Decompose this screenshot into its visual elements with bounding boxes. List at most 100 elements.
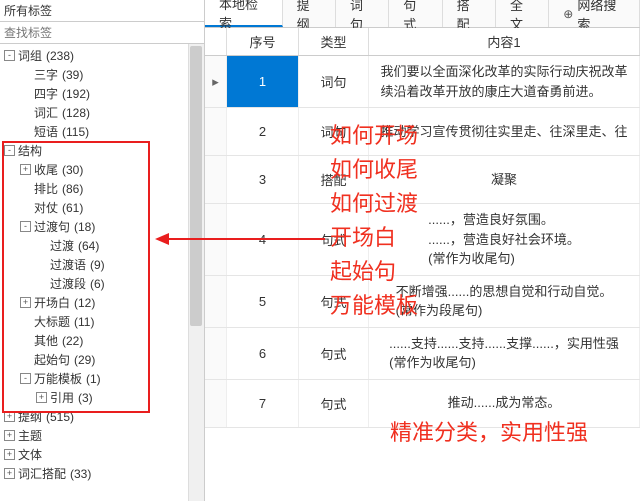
tree-node[interactable]: 对仗 (61) <box>0 198 204 217</box>
tree-node[interactable]: +收尾 (30) <box>0 160 204 179</box>
collapse-icon[interactable]: - <box>4 145 15 156</box>
row-handle[interactable] <box>205 276 227 327</box>
grid-header-seq[interactable]: 序号 <box>227 28 299 55</box>
main-panel: 本地检索提纲词句句式搭配全文⊕网络搜索 序号 类型 内容1 ▸1词句我们要以全面… <box>205 0 640 501</box>
row-handle[interactable] <box>205 204 227 275</box>
tree-count: (9) <box>90 258 105 272</box>
tree-label: 短语 <box>34 123 58 140</box>
tree-node[interactable]: +引用 (3) <box>0 388 204 407</box>
tree-label: 主题 <box>18 427 42 444</box>
table-row[interactable]: 7句式推动......成为常态。 <box>205 380 640 428</box>
tab[interactable]: 提纲 <box>283 0 336 27</box>
tab-label: 本地检索 <box>219 0 268 32</box>
tree-label: 引用 <box>50 389 74 406</box>
tree-label: 提纲 <box>18 408 42 425</box>
tree-node[interactable]: -万能模板 (1) <box>0 369 204 388</box>
tree-node[interactable]: +主题 <box>0 426 204 445</box>
tree-label: 万能模板 <box>34 370 82 387</box>
tree-node[interactable]: 短语 (115) <box>0 122 204 141</box>
collapse-icon[interactable]: - <box>20 221 31 232</box>
table-row[interactable]: 3搭配凝聚 <box>205 156 640 204</box>
tree-count: (22) <box>62 334 83 348</box>
row-seq: 5 <box>227 276 299 327</box>
tree-node[interactable]: 大标题 (11) <box>0 312 204 331</box>
collapse-icon[interactable]: - <box>4 50 15 61</box>
row-handle[interactable] <box>205 328 227 379</box>
tree-count: (192) <box>62 87 90 101</box>
grid-header-type[interactable]: 类型 <box>299 28 369 55</box>
row-type: 搭配 <box>299 156 369 203</box>
expand-icon[interactable]: + <box>20 297 31 308</box>
tree-count: (11) <box>74 315 94 329</box>
grid-header-content[interactable]: 内容1 <box>369 28 640 55</box>
tree-node[interactable]: 三字 (39) <box>0 65 204 84</box>
row-type: 词句 <box>299 108 369 155</box>
tree-node[interactable]: 排比 (86) <box>0 179 204 198</box>
row-handle[interactable] <box>205 380 227 427</box>
row-content: 我们要以全面深化改革的实际行动庆祝改革续沿着改革开放的康庄大道奋勇前进。 <box>369 56 640 107</box>
tree-count: (61) <box>62 201 83 215</box>
tree-label: 开场白 <box>34 294 70 311</box>
tab[interactable]: ⊕网络搜索 <box>549 0 640 27</box>
tree-label: 起始句 <box>34 351 70 368</box>
row-content: 推动......成为常态。 <box>369 380 640 427</box>
row-content: 凝聚 <box>369 156 640 203</box>
tab[interactable]: 本地检索 <box>205 0 283 27</box>
row-type: 句式 <box>299 380 369 427</box>
tree-node[interactable]: +词汇搭配 (33) <box>0 464 204 483</box>
row-content: ......，营造良好氛围。......，营造良好社会环境。(常作为收尾句) <box>369 204 640 275</box>
grid-body: ▸1词句我们要以全面深化改革的实际行动庆祝改革续沿着改革开放的康庄大道奋勇前进。… <box>205 56 640 501</box>
tree-node[interactable]: 过渡 (64) <box>0 236 204 255</box>
tree-label: 排比 <box>34 180 58 197</box>
tree-node[interactable]: 其他 (22) <box>0 331 204 350</box>
tree-label: 词组 <box>18 47 42 64</box>
tree-node[interactable]: 过渡语 (9) <box>0 255 204 274</box>
expand-icon[interactable]: + <box>4 449 15 460</box>
tree-count: (12) <box>74 296 95 310</box>
expand-icon[interactable]: + <box>4 411 15 422</box>
row-handle[interactable] <box>205 156 227 203</box>
row-handle[interactable]: ▸ <box>205 56 227 107</box>
tree-node[interactable]: +文体 <box>0 445 204 464</box>
tab-bar: 本地检索提纲词句句式搭配全文⊕网络搜索 <box>205 0 640 28</box>
tree-node[interactable]: +开场白 (12) <box>0 293 204 312</box>
row-handle[interactable] <box>205 108 227 155</box>
tab[interactable]: 全文 <box>496 0 549 27</box>
globe-icon: ⊕ <box>563 7 573 21</box>
tree-count: (64) <box>78 239 99 253</box>
tree-node[interactable]: 四字 (192) <box>0 84 204 103</box>
tree-node[interactable]: 过渡段 (6) <box>0 274 204 293</box>
row-content: ......支持......支持......支撑......，实用性强(常作为收… <box>369 328 640 379</box>
tab[interactable]: 句式 <box>389 0 442 27</box>
row-seq: 1 <box>227 56 299 107</box>
grid-header: 序号 类型 内容1 <box>205 28 640 56</box>
tree-node[interactable]: -结构 <box>0 141 204 160</box>
tree-scrollbar[interactable] <box>188 44 204 501</box>
tree-label: 文体 <box>18 446 42 463</box>
row-seq: 4 <box>227 204 299 275</box>
tab[interactable]: 词句 <box>336 0 389 27</box>
expand-icon[interactable]: + <box>20 164 31 175</box>
table-row[interactable]: 4句式......，营造良好氛围。......，营造良好社会环境。(常作为收尾句… <box>205 204 640 276</box>
tree-label: 其他 <box>34 332 58 349</box>
table-row[interactable]: ▸1词句我们要以全面深化改革的实际行动庆祝改革续沿着改革开放的康庄大道奋勇前进。 <box>205 56 640 108</box>
tree-node[interactable]: 词汇 (128) <box>0 103 204 122</box>
expand-icon[interactable]: + <box>36 392 47 403</box>
expand-icon[interactable]: + <box>4 468 15 479</box>
table-row[interactable]: 2词句推动学习宣传贯彻往实里走、往深里走、往 <box>205 108 640 156</box>
tree-count: (6) <box>90 277 105 291</box>
tree-node[interactable]: -过渡句 (18) <box>0 217 204 236</box>
tree-count: (30) <box>62 163 83 177</box>
expand-icon[interactable]: + <box>4 430 15 441</box>
tree-node[interactable]: +提纲 (515) <box>0 407 204 426</box>
tag-search-input[interactable] <box>0 22 204 44</box>
tab[interactable]: 搭配 <box>443 0 496 27</box>
tree-count: (18) <box>74 220 95 234</box>
tree-node[interactable]: -词组 (238) <box>0 46 204 65</box>
collapse-icon[interactable]: - <box>20 373 31 384</box>
tag-tree: -词组 (238)三字 (39)四字 (192)词汇 (128)短语 (115)… <box>0 44 204 501</box>
table-row[interactable]: 6句式......支持......支持......支撑......，实用性强(常… <box>205 328 640 380</box>
tree-count: (1) <box>86 372 101 386</box>
tree-node[interactable]: 起始句 (29) <box>0 350 204 369</box>
table-row[interactable]: 5句式不断增强......的思想自觉和行动自觉。(常作为段尾句) <box>205 276 640 328</box>
